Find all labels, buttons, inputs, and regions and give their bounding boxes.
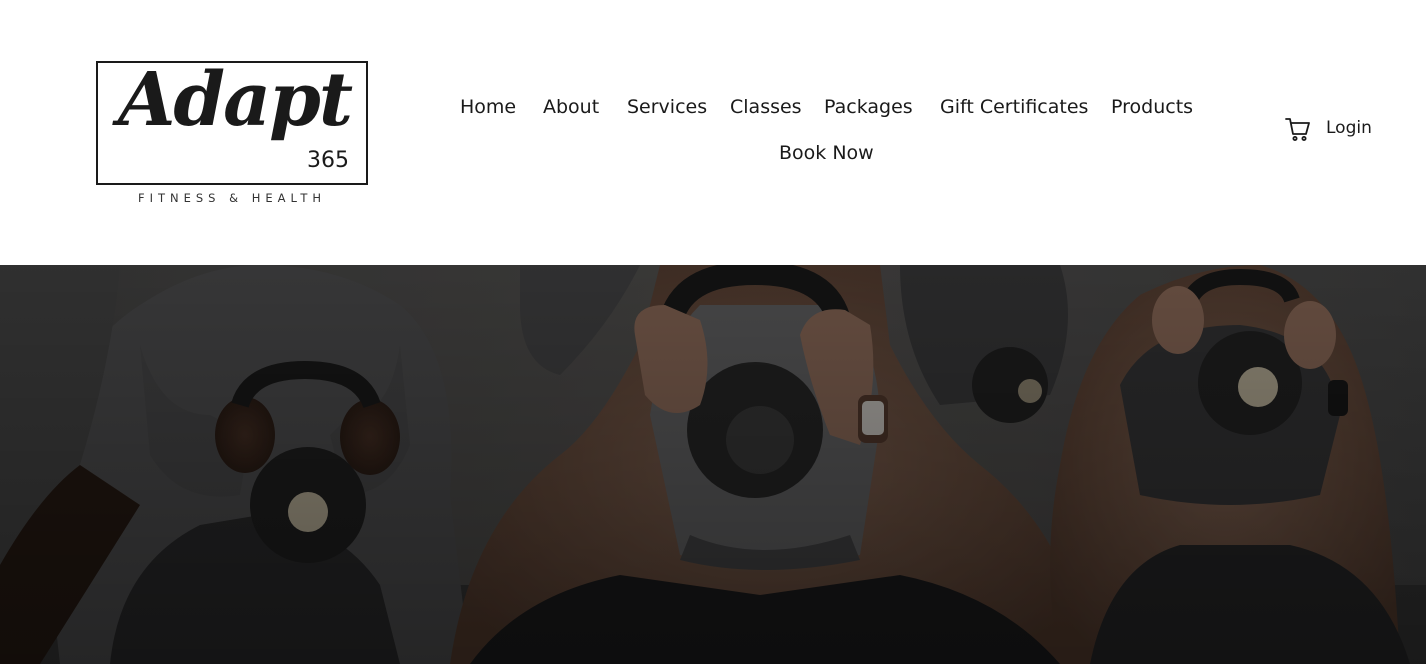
site-header: Adapt 365 FITNESS & HEALTH Home About Se…	[0, 0, 1426, 265]
nav-book-now[interactable]: Book Now	[779, 144, 874, 163]
login-link[interactable]: Login	[1326, 120, 1372, 137]
nav-packages[interactable]: Packages	[824, 98, 913, 117]
hero-banner-image	[0, 265, 1426, 664]
nav-products[interactable]: Products	[1111, 98, 1193, 117]
hero-fitness-photo	[0, 265, 1426, 664]
nav-gift-certificates[interactable]: Gift Certificates	[940, 98, 1088, 117]
shopping-cart-icon[interactable]	[1285, 116, 1311, 142]
nav-home[interactable]: Home	[460, 98, 516, 117]
nav-about[interactable]: About	[543, 98, 599, 117]
nav-services[interactable]: Services	[627, 98, 707, 117]
nav-classes[interactable]: Classes	[730, 98, 802, 117]
main-navigation: Home About Services Classes Packages Gif…	[0, 0, 1426, 265]
